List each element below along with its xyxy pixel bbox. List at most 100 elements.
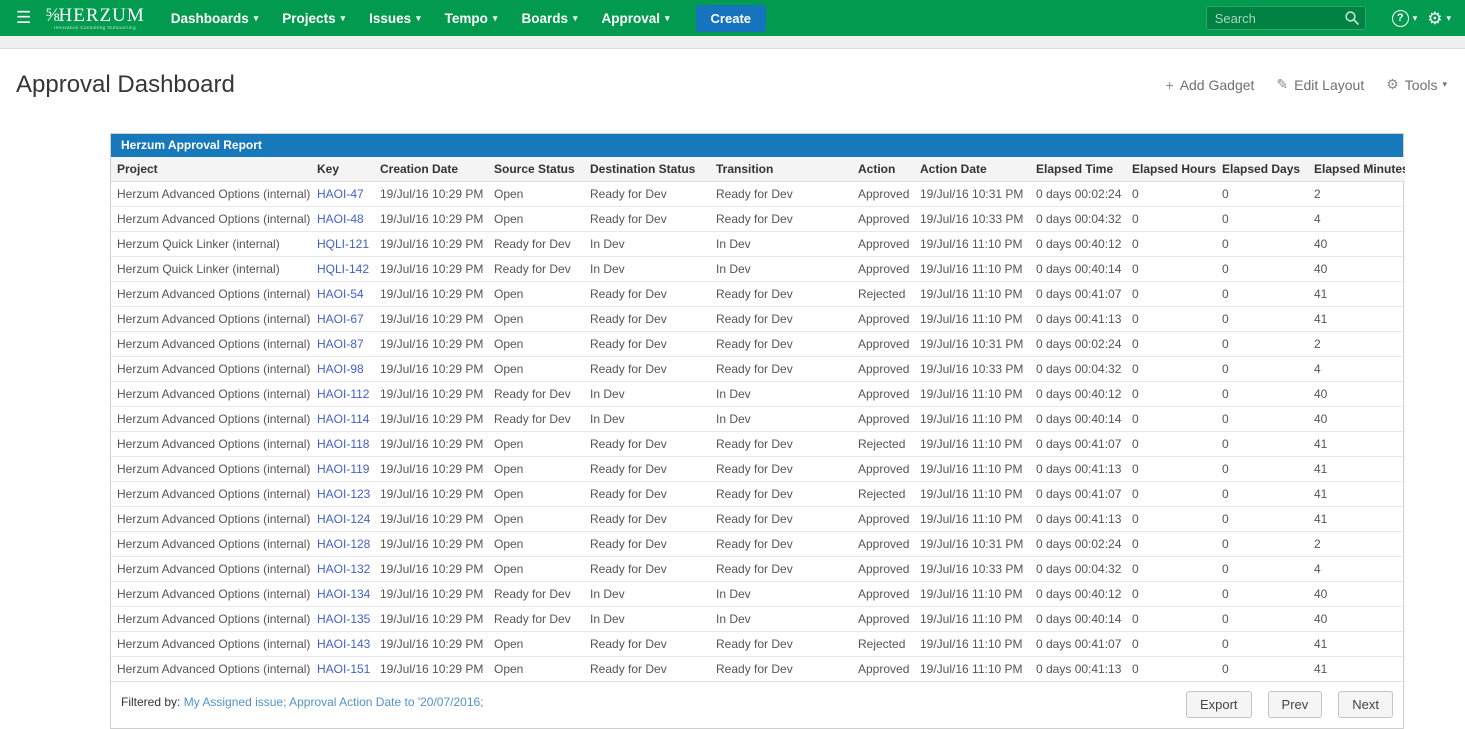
- cell-transition: Ready for Dev: [710, 357, 852, 382]
- cell-transition: Ready for Dev: [710, 632, 852, 657]
- cell-elapsed_days: 0: [1216, 282, 1308, 307]
- cell-project: Herzum Quick Linker (internal): [111, 257, 311, 282]
- cell-destination_status: Ready for Dev: [584, 507, 710, 532]
- cell-project: Herzum Advanced Options (internal): [111, 207, 311, 232]
- add-gadget-button[interactable]: +Add Gadget: [1166, 77, 1255, 93]
- cell-project: Herzum Advanced Options (internal): [111, 582, 311, 607]
- nav-item-boards[interactable]: Boards▾: [509, 0, 589, 36]
- column-header-project: Project: [111, 157, 311, 182]
- issue-key-link[interactable]: HAOI-67: [317, 312, 364, 326]
- issue-key-link[interactable]: HAOI-128: [317, 537, 370, 551]
- nav-item-tempo[interactable]: Tempo▾: [433, 0, 510, 36]
- table-row: Herzum Quick Linker (internal)HQLI-12119…: [111, 232, 1405, 257]
- settings-menu[interactable]: ⚙ ▾: [1427, 10, 1451, 27]
- cell-creation_date: 19/Jul/16 10:29 PM: [374, 407, 488, 432]
- cell-source_status: Ready for Dev: [488, 382, 584, 407]
- issue-key-link[interactable]: HAOI-112: [317, 387, 369, 401]
- issue-key-link[interactable]: HAOI-114: [317, 412, 369, 426]
- next-button[interactable]: Next: [1338, 691, 1393, 718]
- dashboard-header: Approval Dashboard +Add Gadget✎Edit Layo…: [0, 49, 1465, 99]
- issue-key-link[interactable]: HAOI-118: [317, 437, 369, 451]
- issue-key-link[interactable]: HAOI-54: [317, 287, 364, 301]
- chevron-down-icon: ▾: [341, 13, 346, 24]
- cell-creation_date: 19/Jul/16 10:29 PM: [374, 207, 488, 232]
- cell-transition: Ready for Dev: [710, 182, 852, 207]
- cell-transition: Ready for Dev: [710, 457, 852, 482]
- issue-key-link[interactable]: HAOI-87: [317, 337, 364, 351]
- search-input[interactable]: [1206, 6, 1366, 30]
- nav-item-label: Dashboards: [171, 11, 249, 26]
- cell-elapsed_days: 0: [1216, 632, 1308, 657]
- issue-key-link[interactable]: HAOI-143: [317, 637, 370, 651]
- cell-destination_status: Ready for Dev: [584, 557, 710, 582]
- prev-button[interactable]: Prev: [1268, 691, 1323, 718]
- cell-action_date: 19/Jul/16 11:10 PM: [914, 432, 1030, 457]
- issue-key-link[interactable]: HAOI-135: [317, 612, 370, 626]
- cell-source_status: Ready for Dev: [488, 257, 584, 282]
- cell-transition: Ready for Dev: [710, 507, 852, 532]
- cell-transition: In Dev: [710, 582, 852, 607]
- nav-item-approval[interactable]: Approval▾: [590, 0, 682, 36]
- cell-elapsed_minutes: 41: [1308, 632, 1405, 657]
- cell-action_date: 19/Jul/16 11:10 PM: [914, 582, 1030, 607]
- nav-item-projects[interactable]: Projects▾: [270, 0, 357, 36]
- issue-key-link[interactable]: HQLI-142: [317, 262, 369, 276]
- issue-key-link[interactable]: HAOI-119: [317, 462, 369, 476]
- cell-elapsed_time: 0 days 00:41:13: [1030, 657, 1126, 682]
- table-row: Herzum Advanced Options (internal)HAOI-1…: [111, 382, 1405, 407]
- logo-tagline: Innovation Consulting Outsourcing: [54, 26, 136, 31]
- cell-elapsed_hours: 0: [1126, 632, 1216, 657]
- filter-link[interactable]: My Assigned issue; Approval Action Date …: [184, 695, 484, 709]
- cell-action: Approved: [852, 457, 914, 482]
- issue-key-link[interactable]: HAOI-48: [317, 212, 364, 226]
- issue-key-link[interactable]: HAOI-134: [317, 587, 370, 601]
- tools-button[interactable]: ⚙Tools▾: [1386, 76, 1447, 93]
- nav-item-dashboards[interactable]: Dashboards▾: [159, 0, 271, 36]
- create-button[interactable]: Create: [696, 5, 766, 32]
- cell-elapsed_minutes: 2: [1308, 332, 1405, 357]
- edit-layout-button[interactable]: ✎ Edit Layout: [1276, 76, 1364, 93]
- cell-source_status: Ready for Dev: [488, 582, 584, 607]
- cell-elapsed_hours: 0: [1126, 382, 1216, 407]
- herzum-logo[interactable]: ⅝​HERZUM Innovation Consulting Outsourci…: [45, 6, 144, 31]
- cell-destination_status: In Dev: [584, 407, 710, 432]
- hamburger-menu-icon[interactable]: ☰: [8, 8, 39, 28]
- issue-key-link[interactable]: HAOI-123: [317, 487, 370, 501]
- cell-transition: Ready for Dev: [710, 532, 852, 557]
- nav-item-issues[interactable]: Issues▾: [357, 0, 433, 36]
- cell-elapsed_time: 0 days 00:41:07: [1030, 282, 1126, 307]
- export-button[interactable]: Export: [1186, 691, 1252, 718]
- cell-elapsed_time: 0 days 00:40:14: [1030, 407, 1126, 432]
- issue-key-link[interactable]: HQLI-121: [317, 237, 369, 251]
- cell-destination_status: In Dev: [584, 607, 710, 632]
- cell-source_status: Ready for Dev: [488, 607, 584, 632]
- cell-action: Approved: [852, 307, 914, 332]
- cell-transition: Ready for Dev: [710, 332, 852, 357]
- cell-transition: Ready for Dev: [710, 482, 852, 507]
- cell-project: Herzum Advanced Options (internal): [111, 557, 311, 582]
- pencil-icon: ✎: [1276, 76, 1288, 93]
- help-menu[interactable]: ? ▾: [1392, 10, 1418, 27]
- issue-key-link[interactable]: HAOI-124: [317, 512, 370, 526]
- column-header-elapsed_days: Elapsed Days: [1216, 157, 1308, 182]
- cell-transition: Ready for Dev: [710, 557, 852, 582]
- issue-key-link[interactable]: HAOI-98: [317, 362, 364, 376]
- issue-key-link[interactable]: HAOI-132: [317, 562, 370, 576]
- cell-project: Herzum Quick Linker (internal): [111, 232, 311, 257]
- cell-action_date: 19/Jul/16 10:33 PM: [914, 207, 1030, 232]
- action-label: Edit Layout: [1294, 77, 1364, 93]
- issue-key-link[interactable]: HAOI-47: [317, 187, 364, 201]
- table-row: Herzum Advanced Options (internal)HAOI-1…: [111, 607, 1405, 632]
- table-row: Herzum Advanced Options (internal) HAOI-1…: [111, 582, 1405, 607]
- cell-source_status: Open: [488, 557, 584, 582]
- cell-elapsed_time: 0 days 00:04:32: [1030, 557, 1126, 582]
- cell-creation_date: 19/Jul/16 10:29 PM: [374, 482, 488, 507]
- cell-elapsed_days: 0: [1216, 532, 1308, 557]
- cell-action_date: 19/Jul/16 11:10 PM: [914, 407, 1030, 432]
- cell-key: HAOI-47: [311, 182, 374, 207]
- cell-elapsed_time: 0 days 00:04:32: [1030, 207, 1126, 232]
- search-icon[interactable]: [1344, 10, 1360, 26]
- issue-key-link[interactable]: HAOI-151: [317, 662, 370, 676]
- column-header-action: Action: [852, 157, 914, 182]
- column-header-elapsed_hours: Elapsed Hours: [1126, 157, 1216, 182]
